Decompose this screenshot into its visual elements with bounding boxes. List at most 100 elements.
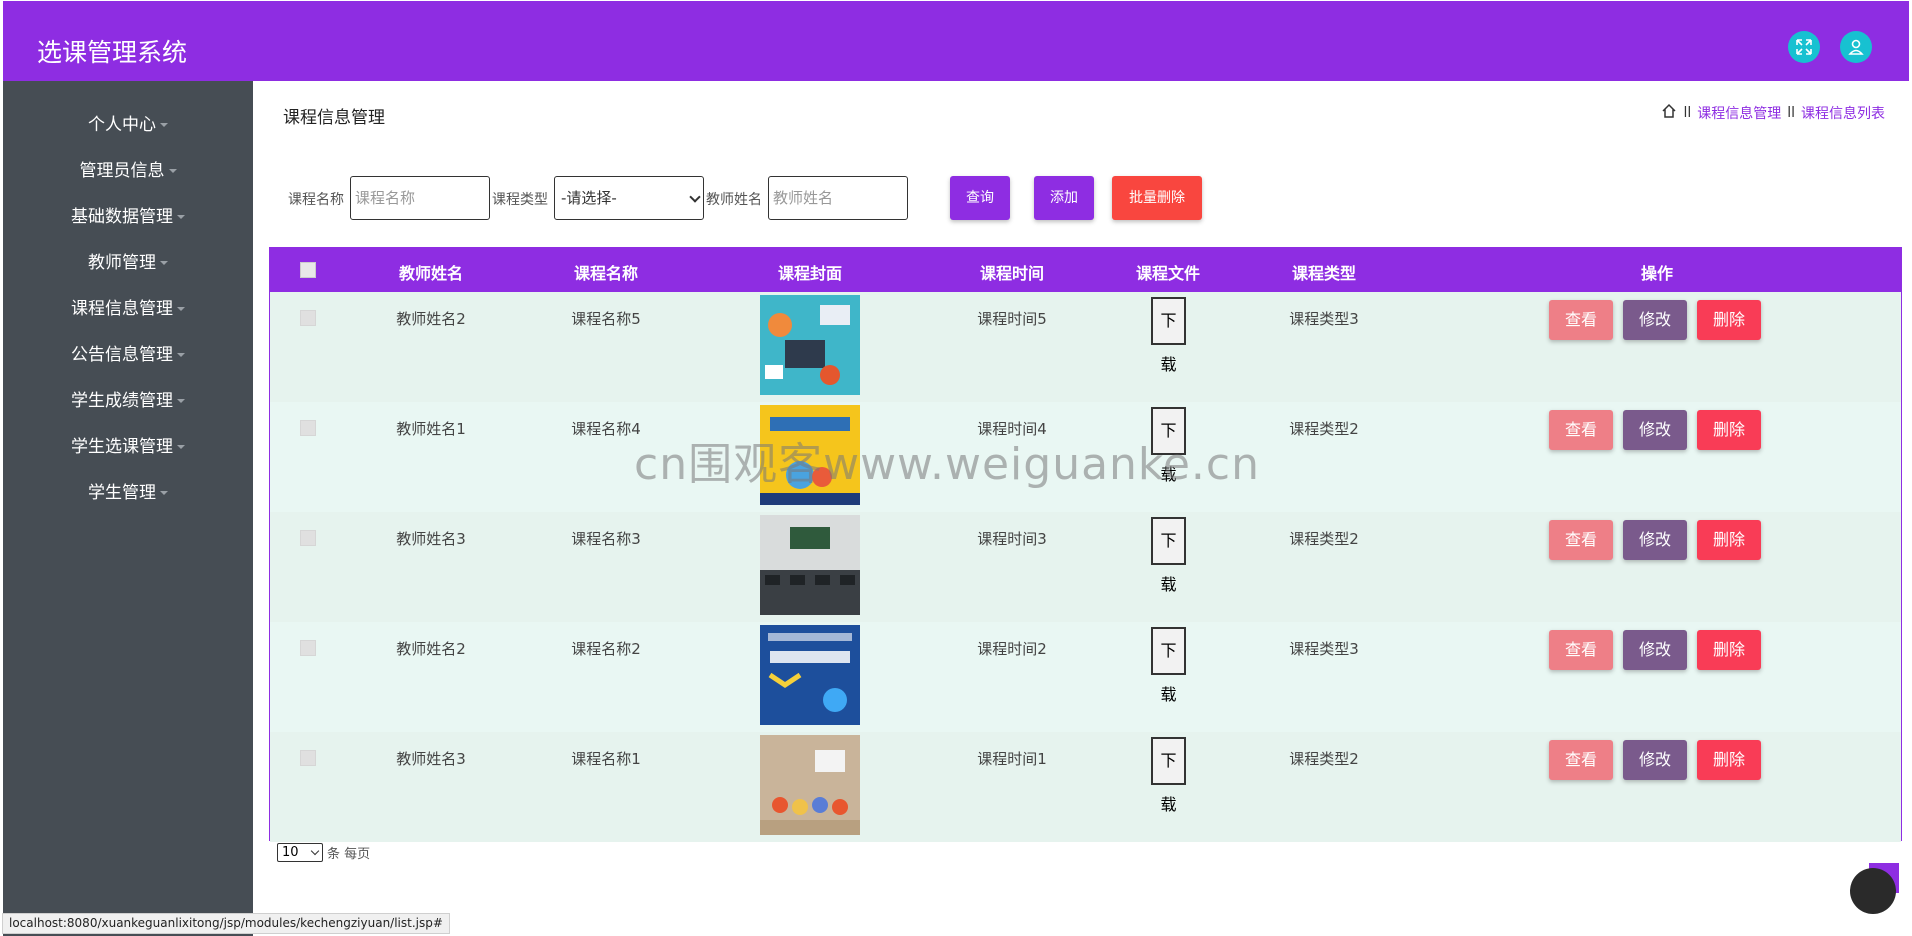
- table-row: 教师姓名3 课程名称1 课程时间1 下载 课程类型2 查看 修改 删除: [270, 732, 1901, 842]
- caret-down-icon: [177, 445, 185, 449]
- cell-teacher: 教师姓名1: [396, 420, 466, 438]
- delete-button[interactable]: 删除: [1697, 630, 1761, 670]
- sidebar-item-admin-info[interactable]: 管理员信息: [3, 159, 253, 183]
- edit-button[interactable]: 修改: [1623, 740, 1687, 780]
- edit-button[interactable]: 修改: [1623, 630, 1687, 670]
- course-name-input[interactable]: [350, 176, 490, 220]
- cell-time: 课程时间3: [977, 530, 1047, 548]
- cell-course: 课程名称3: [571, 530, 641, 548]
- sidebar-item-personal-center[interactable]: 个人中心: [3, 113, 253, 137]
- pagination: 10 条 每页: [277, 843, 370, 862]
- view-button[interactable]: 查看: [1549, 520, 1613, 560]
- cell-teacher: 教师姓名3: [396, 530, 466, 548]
- query-button[interactable]: 查询: [950, 176, 1010, 220]
- breadcrumb-link-course-info[interactable]: 课程信息管理: [1697, 103, 1781, 123]
- delete-button[interactable]: 删除: [1697, 740, 1761, 780]
- edit-button[interactable]: 修改: [1623, 520, 1687, 560]
- table-row: 教师姓名2 课程名称5 课程时间5 下载 课程类型3 查看 修改 删除: [270, 292, 1901, 402]
- row-checkbox[interactable]: [300, 640, 316, 656]
- download-button[interactable]: 下载: [1151, 737, 1186, 814]
- view-button[interactable]: 查看: [1549, 300, 1613, 340]
- select-all-checkbox[interactable]: [300, 262, 316, 278]
- course-cover-image: [760, 735, 860, 835]
- table-row: 教师姓名2 课程名称2 课程时间2 下载 课程类型3 查看 修改 删除: [270, 622, 1901, 732]
- main-content: 课程信息管理 ll 课程信息管理 ll 课程信息列表 课程名称 课程类型 -请选…: [253, 81, 1909, 936]
- page-size-value: 10: [282, 845, 299, 860]
- sidebar-item-basic-data[interactable]: 基础数据管理: [3, 205, 253, 229]
- sidebar: 个人中心 管理员信息 基础数据管理 教师管理 课程信息管理 公告信息管理 学生成…: [3, 81, 253, 936]
- col-teacher-name: 教师姓名: [398, 264, 464, 283]
- edit-button[interactable]: 修改: [1623, 410, 1687, 450]
- row-checkbox[interactable]: [300, 530, 316, 546]
- cell-type: 课程类型3: [1289, 640, 1359, 658]
- edit-button[interactable]: 修改: [1623, 300, 1687, 340]
- cell-course: 课程名称4: [571, 420, 641, 438]
- chevron-down-icon: [310, 846, 320, 856]
- sidebar-item-students[interactable]: 学生管理: [3, 481, 253, 505]
- col-course-cover: 课程封面: [777, 264, 843, 283]
- user-icon[interactable]: [1840, 31, 1872, 63]
- top-header: 选课管理系统: [3, 1, 1909, 81]
- caret-down-icon: [160, 261, 168, 265]
- sidebar-item-teachers[interactable]: 教师管理: [3, 251, 253, 275]
- home-icon[interactable]: [1661, 103, 1677, 123]
- sidebar-item-label: 基础数据管理: [71, 207, 173, 227]
- delete-button[interactable]: 删除: [1697, 410, 1761, 450]
- cell-time: 课程时间1: [977, 750, 1047, 768]
- row-checkbox[interactable]: [300, 310, 316, 326]
- table-header: 教师姓名 课程名称 课程封面 课程时间 课程文件 课程类型 操作: [270, 248, 1901, 292]
- col-course-name: 课程名称: [573, 264, 639, 283]
- sidebar-item-grades[interactable]: 学生成绩管理: [3, 389, 253, 413]
- caret-down-icon: [168, 169, 177, 173]
- view-button[interactable]: 查看: [1549, 630, 1613, 670]
- download-button[interactable]: 下载: [1151, 297, 1186, 374]
- table-row: 教师姓名3 课程名称3 课程时间3 下载 课程类型2 查看 修改 删除: [270, 512, 1901, 622]
- delete-button[interactable]: 删除: [1697, 300, 1761, 340]
- download-button[interactable]: 下载: [1151, 627, 1186, 704]
- row-checkbox[interactable]: [300, 420, 316, 436]
- add-button[interactable]: 添加: [1034, 176, 1094, 220]
- cell-course: 课程名称2: [571, 640, 641, 658]
- row-checkbox[interactable]: [300, 750, 316, 766]
- col-course-type: 课程类型: [1291, 264, 1357, 283]
- course-cover-image: [760, 625, 860, 725]
- cell-type: 课程类型2: [1289, 750, 1359, 768]
- sidebar-item-label: 学生选课管理: [71, 437, 173, 457]
- course-name-label: 课程名称: [288, 192, 344, 208]
- course-type-selected: -请选择-: [561, 189, 617, 207]
- floating-action-button[interactable]: [1850, 868, 1896, 914]
- delete-button[interactable]: 删除: [1697, 520, 1761, 560]
- sidebar-item-label: 课程信息管理: [71, 299, 173, 319]
- caret-down-icon: [177, 215, 185, 219]
- download-button[interactable]: 下载: [1151, 517, 1186, 594]
- cell-time: 课程时间2: [977, 640, 1047, 658]
- sidebar-item-label: 学生管理: [88, 483, 156, 503]
- view-button[interactable]: 查看: [1549, 410, 1613, 450]
- caret-down-icon: [160, 491, 168, 495]
- cell-type: 课程类型3: [1289, 310, 1359, 328]
- app-title: 选课管理系统: [37, 38, 188, 67]
- batch-delete-button[interactable]: 批量删除: [1112, 176, 1202, 220]
- sidebar-item-announcements[interactable]: 公告信息管理: [3, 343, 253, 367]
- cell-type: 课程类型2: [1289, 420, 1359, 438]
- sidebar-item-selections[interactable]: 学生选课管理: [3, 435, 253, 459]
- sidebar-item-label: 学生成绩管理: [71, 391, 173, 411]
- view-button[interactable]: 查看: [1549, 740, 1613, 780]
- fullscreen-icon[interactable]: [1788, 31, 1820, 63]
- cell-time: 课程时间5: [977, 310, 1047, 328]
- col-course-time: 课程时间: [979, 264, 1045, 283]
- sidebar-item-label: 个人中心: [88, 115, 156, 135]
- course-cover-image: [760, 295, 860, 395]
- col-actions: 操作: [1640, 264, 1674, 283]
- caret-down-icon: [177, 399, 185, 403]
- cell-course: 课程名称5: [571, 310, 641, 328]
- breadcrumb: ll 课程信息管理 ll 课程信息列表: [1661, 103, 1885, 123]
- chevron-down-icon: [689, 191, 701, 203]
- course-type-label: 课程类型: [492, 192, 548, 208]
- cell-type: 课程类型2: [1289, 530, 1359, 548]
- sidebar-item-courses[interactable]: 课程信息管理: [3, 297, 253, 321]
- course-type-select[interactable]: -请选择-: [554, 176, 704, 220]
- page-size-select[interactable]: 10: [277, 843, 323, 862]
- teacher-name-input[interactable]: [768, 176, 908, 220]
- cell-course: 课程名称1: [571, 750, 641, 768]
